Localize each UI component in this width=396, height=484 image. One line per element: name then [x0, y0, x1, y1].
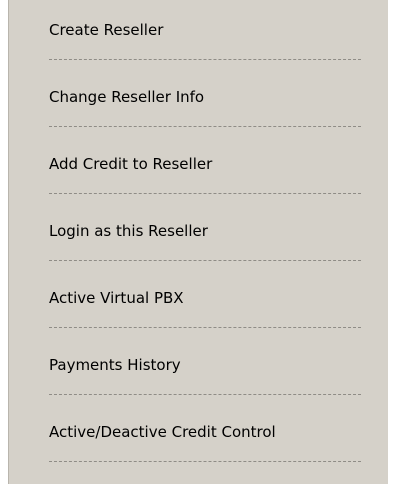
login-as-reseller-link[interactable]: Login as this Reseller — [49, 222, 208, 240]
menu-divider — [49, 126, 361, 127]
menu-divider — [49, 260, 361, 261]
active-deactive-credit-control-link[interactable]: Active/Deactive Credit Control — [49, 423, 276, 441]
reseller-actions-panel: Create Reseller Change Reseller Info Add… — [8, 0, 388, 484]
menu-divider — [49, 394, 361, 395]
menu-item-payments-history: Payments History — [49, 335, 369, 402]
menu-divider — [49, 327, 361, 328]
menu-divider — [49, 193, 361, 194]
menu-item-login-as-reseller: Login as this Reseller — [49, 201, 369, 268]
menu-item-create-reseller: Create Reseller — [49, 0, 369, 67]
change-reseller-info-link[interactable]: Change Reseller Info — [49, 88, 204, 106]
payments-history-link[interactable]: Payments History — [49, 356, 181, 374]
menu-divider — [49, 461, 361, 462]
add-credit-to-reseller-link[interactable]: Add Credit to Reseller — [49, 155, 212, 173]
menu-item-active-virtual-pbx: Active Virtual PBX — [49, 268, 369, 335]
menu-item-add-credit-to-reseller: Add Credit to Reseller — [49, 134, 369, 201]
menu-item-change-reseller-info: Change Reseller Info — [49, 67, 369, 134]
menu-divider — [49, 59, 361, 60]
menu-item-credit-control: Active/Deactive Credit Control — [49, 402, 369, 469]
create-reseller-link[interactable]: Create Reseller — [49, 21, 163, 39]
active-virtual-pbx-link[interactable]: Active Virtual PBX — [49, 289, 184, 307]
